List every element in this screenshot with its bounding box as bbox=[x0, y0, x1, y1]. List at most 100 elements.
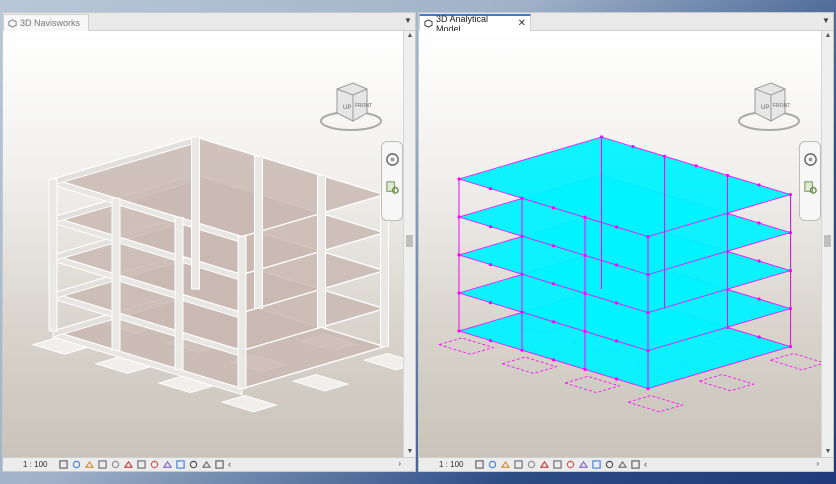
tab-3d-navisworks[interactable]: 3D Navisworks bbox=[3, 14, 89, 31]
show-crop-icon[interactable] bbox=[553, 460, 562, 469]
detail-level-icon[interactable] bbox=[59, 460, 68, 469]
analytical-model-icon[interactable] bbox=[176, 460, 185, 469]
analytical-node bbox=[614, 263, 619, 267]
footing bbox=[563, 375, 621, 394]
viewcube-face-front: FRONT bbox=[773, 103, 790, 109]
view-window-3d-navisworks: 3D Navisworks ▼ UP FRONT ▲ ▼ 1: 100 ‹ › bbox=[2, 12, 416, 472]
analytical-node bbox=[488, 301, 493, 305]
viewcube-icon[interactable]: UP FRONT bbox=[733, 77, 803, 135]
analytical-node bbox=[757, 183, 761, 187]
analytical-node bbox=[488, 263, 493, 267]
view-window-3d-analytical-model: 3D Analytical Model ✕ ▼ UP FRONT ▲ ▼ 1:… bbox=[418, 12, 834, 472]
visual-style-icon[interactable] bbox=[488, 460, 497, 469]
column bbox=[317, 174, 326, 328]
view-tabbar: 3D Navisworks ▼ bbox=[3, 13, 415, 31]
analytical-node bbox=[614, 225, 619, 229]
steering-wheel-icon[interactable] bbox=[385, 152, 400, 167]
footing bbox=[500, 356, 558, 374]
highlight-displacement-icon[interactable] bbox=[618, 460, 627, 469]
viewcube-face-left: UP bbox=[343, 105, 351, 111]
view-tabbar: 3D Analytical Model ✕ ▼ bbox=[419, 13, 833, 34]
viewcube-face-front: FRONT bbox=[355, 103, 372, 109]
visual-style-icon[interactable] bbox=[72, 460, 81, 469]
analytical-node bbox=[614, 339, 619, 343]
viewport-3d-navisworks[interactable]: UP FRONT bbox=[3, 31, 403, 457]
column bbox=[237, 236, 247, 390]
analytical-node bbox=[757, 335, 761, 339]
steering-wheel-icon[interactable] bbox=[803, 152, 818, 167]
footing bbox=[291, 373, 350, 392]
vertical-scrollbar[interactable]: ▲ ▼ bbox=[403, 31, 415, 457]
view-scale[interactable]: 1 : 100 bbox=[439, 460, 471, 469]
collapse-arrow-icon[interactable]: ‹ bbox=[228, 460, 231, 469]
analytical-node bbox=[757, 259, 761, 263]
scroll-up-icon[interactable]: ▲ bbox=[404, 31, 416, 41]
column bbox=[111, 197, 121, 351]
footing bbox=[626, 395, 684, 413]
viewcube-face-left: UP bbox=[761, 105, 769, 111]
worksharing-display-icon[interactable] bbox=[631, 460, 640, 469]
analytical-node bbox=[631, 145, 635, 149]
column bbox=[191, 136, 200, 290]
analytical-model-icon[interactable] bbox=[592, 460, 601, 469]
reveal-hidden-icon[interactable] bbox=[163, 460, 172, 469]
footing bbox=[697, 374, 755, 392]
view-control-bar: 1 : 100 ‹ › bbox=[419, 457, 833, 471]
analytical-node bbox=[694, 164, 698, 168]
crop-view-icon[interactable] bbox=[124, 460, 133, 469]
analytical-node bbox=[551, 206, 556, 210]
footing bbox=[220, 394, 279, 413]
column bbox=[254, 155, 263, 309]
analytical-node bbox=[551, 320, 556, 324]
collapse-arrow-icon[interactable]: ‹ bbox=[644, 460, 647, 469]
vertical-scrollbar[interactable]: ▲ ▼ bbox=[821, 31, 833, 457]
analytical-node bbox=[757, 297, 761, 301]
view-scale[interactable]: 1 : 100 bbox=[23, 460, 55, 469]
scroll-thumb[interactable] bbox=[824, 235, 831, 247]
analytical-node bbox=[551, 358, 556, 362]
sun-path-icon[interactable] bbox=[85, 460, 94, 469]
detail-level-icon[interactable] bbox=[475, 460, 484, 469]
zoom-region-icon[interactable] bbox=[385, 180, 400, 195]
tab-label: 3D Navisworks bbox=[20, 18, 81, 28]
tab-3d-analytical-model[interactable]: 3D Analytical Model ✕ bbox=[419, 14, 531, 34]
viewport-3d-analytical-model[interactable]: UP FRONT bbox=[419, 31, 821, 457]
view-control-bar: 1 : 100 ‹ › bbox=[3, 457, 415, 471]
sun-path-icon[interactable] bbox=[501, 460, 510, 469]
close-icon[interactable]: ✕ bbox=[518, 18, 526, 29]
footing bbox=[437, 337, 495, 355]
show-crop-icon[interactable] bbox=[137, 460, 146, 469]
render-icon[interactable] bbox=[111, 460, 120, 469]
reveal-hidden-icon[interactable] bbox=[579, 460, 588, 469]
scroll-thumb[interactable] bbox=[406, 235, 413, 247]
scroll-up-icon[interactable]: ▲ bbox=[822, 31, 834, 41]
zoom-region-icon[interactable] bbox=[803, 180, 818, 195]
3d-view-icon bbox=[8, 18, 17, 28]
scroll-down-icon[interactable]: ▼ bbox=[404, 447, 416, 457]
highlight-displacement-icon[interactable] bbox=[202, 460, 211, 469]
render-icon[interactable] bbox=[527, 460, 536, 469]
lock-view-icon[interactable] bbox=[605, 460, 614, 469]
shadows-icon[interactable] bbox=[98, 460, 107, 469]
analytical-node bbox=[551, 282, 556, 286]
crop-view-icon[interactable] bbox=[540, 460, 549, 469]
tab-dropdown-icon[interactable]: ▼ bbox=[821, 16, 831, 26]
navigation-bar bbox=[799, 141, 821, 221]
lock-view-icon[interactable] bbox=[189, 460, 198, 469]
worksharing-display-icon[interactable] bbox=[215, 460, 224, 469]
analytical-node bbox=[551, 244, 556, 248]
analytical-node bbox=[488, 187, 493, 191]
column bbox=[174, 216, 184, 370]
scroll-right-icon[interactable]: › bbox=[398, 459, 401, 468]
shadows-icon[interactable] bbox=[514, 460, 523, 469]
navigation-bar bbox=[381, 141, 403, 221]
analytical-node bbox=[614, 377, 619, 381]
column bbox=[48, 178, 58, 332]
temporary-hide-icon[interactable] bbox=[150, 460, 159, 469]
tab-dropdown-icon[interactable]: ▼ bbox=[403, 16, 413, 26]
scroll-right-icon[interactable]: › bbox=[816, 459, 819, 468]
scroll-down-icon[interactable]: ▼ bbox=[822, 447, 834, 457]
viewcube-icon[interactable]: UP FRONT bbox=[315, 77, 385, 135]
temporary-hide-icon[interactable] bbox=[566, 460, 575, 469]
analytical-node bbox=[488, 339, 493, 343]
